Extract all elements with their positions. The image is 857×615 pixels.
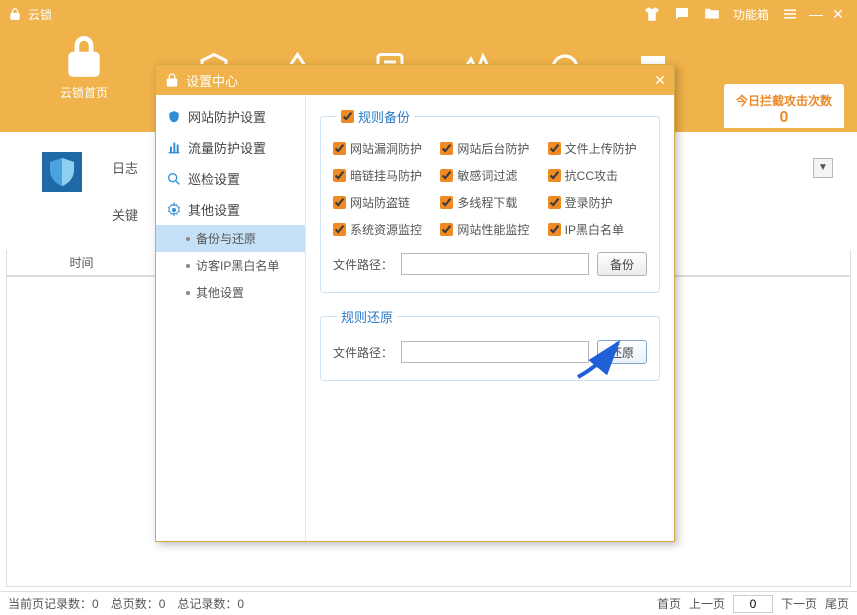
backup-item-checkbox[interactable]: 登录防护	[548, 194, 647, 211]
log-label: 日志	[112, 158, 138, 177]
nav-patrol[interactable]: 巡检设置	[156, 163, 305, 194]
modal-nav: 网站防护设置 流量防护设置 巡检设置 其他设置 备份与还原 访客IP黑白名单 其…	[156, 95, 306, 541]
backup-item-checkbox[interactable]: 网站漏洞防护	[333, 140, 432, 157]
restore-legend: 规则还原	[337, 307, 397, 326]
backup-group: 规则备份 网站漏洞防护网站后台防护文件上传防护暗链挂马防护敏感词过滤抗CC攻击网…	[320, 107, 660, 293]
home-label: 云锁首页	[60, 84, 108, 101]
backup-master-checkbox[interactable]	[341, 110, 354, 123]
minimize-button[interactable]: —	[805, 6, 827, 22]
first-page-link[interactable]: 首页	[657, 595, 681, 612]
backup-item-checkbox[interactable]: 网站性能监控	[440, 221, 539, 238]
backup-item-checkbox[interactable]: 文件上传防护	[548, 140, 647, 157]
cur-page-records: 当前页记录数：0	[8, 595, 99, 612]
titlebar: 云锁 功能箱 — ✕	[0, 0, 857, 28]
shirt-icon[interactable]	[643, 5, 661, 23]
next-page-link[interactable]: 下一页	[781, 595, 817, 612]
nav-visitor-ip[interactable]: 访客IP黑白名单	[156, 252, 305, 279]
backup-legend[interactable]: 规则备份	[337, 107, 414, 126]
modal-close-button[interactable]: ✕	[654, 72, 666, 89]
settings-modal: 设置中心 ✕ 网站防护设置 流量防护设置 巡检设置 其他设置 备份与还原 访客I…	[155, 64, 675, 542]
restore-path-input[interactable]	[401, 341, 589, 363]
modal-title: 设置中心	[186, 71, 238, 90]
lock-icon	[164, 72, 180, 88]
nav-other-settings[interactable]: 其他设置	[156, 279, 305, 306]
total-records: 总记录数：0	[177, 595, 244, 612]
lock-icon	[8, 7, 22, 21]
restore-path-label: 文件路径：	[333, 344, 393, 361]
close-button[interactable]: ✕	[827, 6, 849, 23]
key-label: 关键	[112, 205, 138, 224]
block-value: 0	[736, 109, 832, 127]
shield-icon	[38, 148, 86, 201]
page-input[interactable]	[733, 595, 773, 613]
col-time: 时间	[7, 250, 157, 275]
block-title: 今日拦截攻击次数	[736, 92, 832, 109]
backup-item-checkbox[interactable]: 敏感词过滤	[440, 167, 539, 184]
home-nav[interactable]: 云锁首页	[60, 36, 108, 101]
nav-traffic-protection[interactable]: 流量防护设置	[156, 132, 305, 163]
menu-icon[interactable]	[781, 5, 799, 23]
modal-titlebar: 设置中心 ✕	[156, 65, 674, 95]
nav-backup-restore[interactable]: 备份与还原	[156, 225, 305, 252]
chart-icon	[166, 140, 182, 156]
folder-icon[interactable]	[703, 5, 721, 23]
restore-button[interactable]: 还原	[597, 340, 647, 364]
backup-item-checkbox[interactable]: 抗CC攻击	[548, 167, 647, 184]
total-pages: 总页数：0	[111, 595, 166, 612]
backup-item-checkbox[interactable]: 暗链挂马防护	[333, 167, 432, 184]
backup-button[interactable]: 备份	[597, 252, 647, 276]
restore-group: 规则还原 文件路径： 还原	[320, 307, 660, 381]
backup-item-checkbox[interactable]: 网站后台防护	[440, 140, 539, 157]
dropdown-button[interactable]: ▼	[813, 158, 833, 178]
status-bar: 当前页记录数：0 总页数：0 总记录数：0 首页 上一页 下一页 尾页	[0, 591, 857, 615]
toolbox-label[interactable]: 功能箱	[733, 6, 769, 23]
backup-item-checkbox[interactable]: 系统资源监控	[333, 221, 432, 238]
last-page-link[interactable]: 尾页	[825, 595, 849, 612]
backup-item-checkbox[interactable]: 网站防盗链	[333, 194, 432, 211]
nav-other[interactable]: 其他设置	[156, 194, 305, 225]
gear-icon	[166, 202, 182, 218]
shield-icon	[166, 109, 182, 125]
backup-item-checkbox[interactable]: IP黑白名单	[548, 221, 647, 238]
chat-icon[interactable]	[673, 5, 691, 23]
prev-page-link[interactable]: 上一页	[689, 595, 725, 612]
backup-path-label: 文件路径：	[333, 256, 393, 273]
search-icon	[166, 171, 182, 187]
backup-item-checkbox[interactable]: 多线程下载	[440, 194, 539, 211]
backup-path-input[interactable]	[401, 253, 589, 275]
nav-site-protection[interactable]: 网站防护设置	[156, 101, 305, 132]
app-name: 云锁	[28, 6, 52, 23]
modal-content: 规则备份 网站漏洞防护网站后台防护文件上传防护暗链挂马防护敏感词过滤抗CC攻击网…	[306, 95, 674, 541]
